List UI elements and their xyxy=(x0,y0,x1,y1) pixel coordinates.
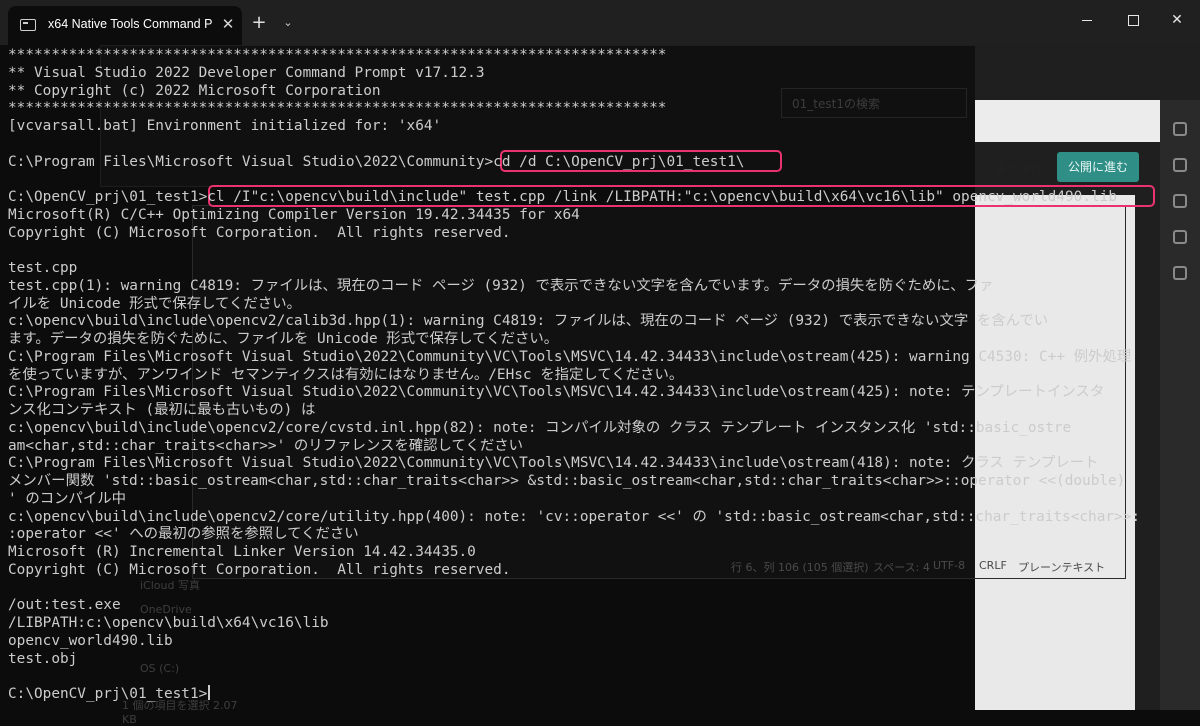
console-line: ** Copyright (c) 2022 Microsoft Corporat… xyxy=(8,82,381,99)
terminal-tab[interactable]: x64 Native Tools Command Pr ✕ xyxy=(8,6,242,45)
minimize-button[interactable] xyxy=(1064,0,1110,40)
text-cursor xyxy=(208,685,210,700)
console-line: C:\Program Files\Microsoft Visual Studio… xyxy=(8,384,1105,401)
person-icon xyxy=(1173,194,1187,208)
console-line: /out:test.exe xyxy=(8,597,121,614)
console-line: を使っていますが、アンワインド セマンティクスは有効にはなりません。/EHsc … xyxy=(8,366,684,383)
console-line: c:\opencv\build\include\opencv2/core/cvs… xyxy=(8,419,1072,436)
terminal-icon xyxy=(20,19,36,31)
console-line: ****************************************… xyxy=(8,100,667,117)
console-line: C:\Program Files\Microsoft Visual Studio… xyxy=(8,153,745,170)
console-line: Microsoft (R) Incremental Linker Version… xyxy=(8,544,476,560)
console-line: c:\opencv\build\include\opencv2/core/uti… xyxy=(8,508,1141,525)
console-line: C:\Program Files\Microsoft Visual Studio… xyxy=(8,455,1099,472)
console-line: ます。データの損失を防ぐために、ファイルを Unicode 形式で保存してくださ… xyxy=(8,331,559,347)
console-line: Copyright (C) Microsoft Corporation. All… xyxy=(8,561,511,578)
briefcase-icon xyxy=(1173,122,1187,136)
console-line: /LIBPATH:c:\opencv\build\x64\vc16\lib xyxy=(8,615,329,631)
console-line: am<char,std::char_traits<char>>' のリファレンス… xyxy=(8,437,524,454)
maximize-button[interactable] xyxy=(1110,0,1156,40)
download-icon xyxy=(1173,230,1187,244)
console-line: Microsoft(R) C/C++ Optimizing Compiler V… xyxy=(8,206,580,223)
close-button[interactable]: ✕ xyxy=(1154,0,1200,40)
tab-title: x64 Native Tools Command Pr xyxy=(48,17,213,31)
grid-icon xyxy=(1173,266,1187,280)
console-line: test.cpp(1): warning C4819: ファイルは、現在のコード… xyxy=(8,277,994,294)
maximize-icon xyxy=(1127,14,1139,26)
console-line: Copyright (C) Microsoft Corporation. All… xyxy=(8,224,511,241)
minimize-icon xyxy=(1082,19,1092,21)
title-bar[interactable]: x64 Native Tools Command Pr ✕ + ⌄ ✕ xyxy=(0,0,1200,45)
console-line: opencv_world490.lib xyxy=(8,632,173,649)
console-line: イルを Unicode 形式で保存してください。 xyxy=(8,295,301,312)
star-icon xyxy=(1173,158,1187,172)
console-output[interactable]: ****************************************… xyxy=(8,46,1170,710)
new-tab-button[interactable]: + xyxy=(248,12,270,34)
console-line: ****************************************… xyxy=(8,47,667,63)
console-line: メンバー関数 'std::basic_ostream<char,std::cha… xyxy=(8,473,1126,489)
console-line: test.obj xyxy=(8,650,78,667)
console-line: ** Visual Studio 2022 Developer Command … xyxy=(8,64,485,81)
console-line: C:\OpenCV_prj\01_test1>cl /I"c:\opencv\b… xyxy=(8,189,1117,205)
command-prompt-line: C:\OpenCV_prj\01_test1> xyxy=(8,685,210,703)
chevron-down-icon[interactable]: ⌄ xyxy=(278,12,298,34)
console-line: test.cpp xyxy=(8,260,78,276)
console-line: ンス化コンテキスト (最初に最も古いもの) は xyxy=(8,402,316,418)
tab-close-icon[interactable]: ✕ xyxy=(220,15,236,33)
console-line: :operator <<' への最初の参照を参照してください xyxy=(8,526,359,543)
console-line: [vcvarsall.bat] Environment initialized … xyxy=(8,118,442,134)
console-line: C:\Program Files\Microsoft Visual Studio… xyxy=(8,348,1132,365)
console-line: ' のコンパイル中 xyxy=(8,490,127,507)
console-line: c:\opencv\build\include\opencv2/calib3d.… xyxy=(8,313,1049,330)
console-scrollbar[interactable] xyxy=(1186,46,1190,710)
